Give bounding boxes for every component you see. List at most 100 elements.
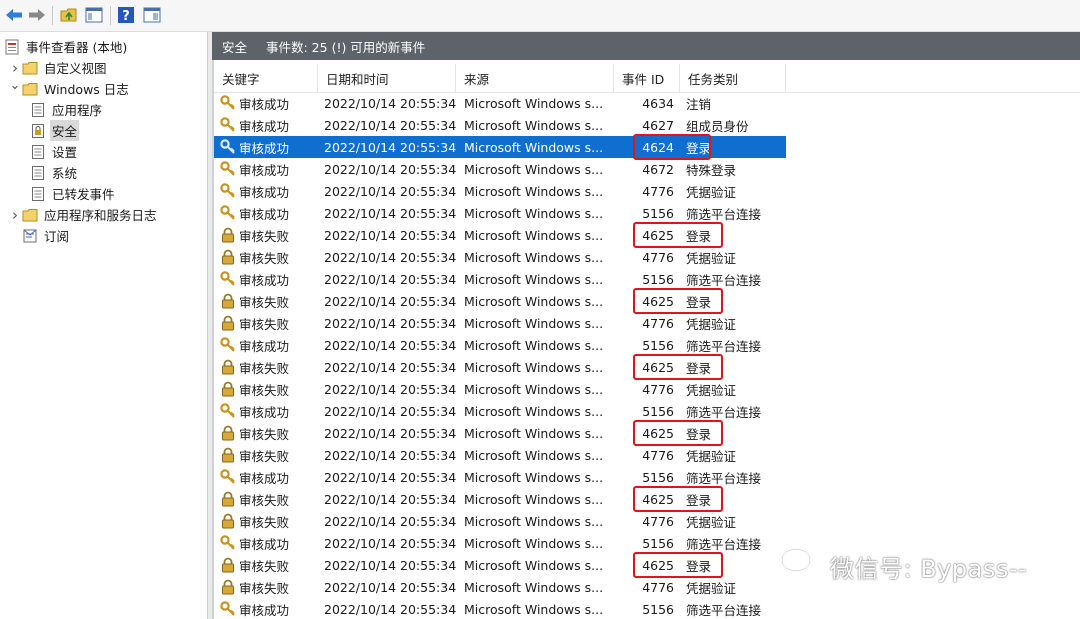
tree-item-custom-views[interactable]: › 自定义视图 bbox=[8, 57, 109, 78]
lock-icon bbox=[220, 557, 236, 573]
cell-keyword: 审核失败 bbox=[220, 422, 316, 444]
cell-event-id: 4776 bbox=[642, 513, 674, 529]
cell-date: 2022/10/14 20:55:34 bbox=[324, 491, 457, 507]
lock-icon bbox=[220, 579, 236, 595]
cell-source: Microsoft Windows s... bbox=[464, 491, 604, 507]
table-row[interactable]: 审核失败 2022/10/14 20:55:34 Microsoft Windows… bbox=[214, 312, 786, 334]
cell-event-id: 5156 bbox=[642, 601, 674, 617]
cell-source: Microsoft Windows s... bbox=[464, 579, 604, 595]
column-date[interactable]: 日期和时间 bbox=[318, 64, 456, 92]
cell-task: 登录 bbox=[686, 426, 712, 442]
table-row[interactable]: 审核失败 2022/10/14 20:55:34 Microsoft Windows… bbox=[214, 576, 786, 598]
table-row[interactable]: 审核失败 2022/10/14 20:55:34 Microsoft Windows… bbox=[214, 510, 786, 532]
table-row[interactable]: 审核成功 2022/10/14 20:55:34 Microsoft Windows… bbox=[214, 598, 786, 619]
lock-icon bbox=[220, 359, 236, 375]
cell-event-id: 4625 bbox=[642, 359, 674, 375]
tree-item-label: 系统 bbox=[52, 166, 78, 181]
cell-event-id: 5156 bbox=[642, 535, 674, 551]
table-row[interactable]: 审核成功 2022/10/14 20:55:34 Microsoft Windows… bbox=[214, 532, 786, 554]
cell-task: 凭据验证 bbox=[686, 184, 737, 200]
cell-source: Microsoft Windows s... bbox=[464, 315, 604, 331]
tree-root-label: 事件查看器 (本地) bbox=[26, 40, 128, 55]
back-arrow-icon[interactable] bbox=[4, 5, 24, 25]
table-row[interactable]: 审核失败 2022/10/14 20:55:34 Microsoft Windows… bbox=[214, 488, 786, 510]
cell-task: 筛选平台连接 bbox=[686, 602, 762, 618]
cell-keyword: 审核成功 bbox=[220, 92, 316, 114]
cell-date: 2022/10/14 20:55:34 bbox=[324, 469, 457, 485]
cell-task: 凭据验证 bbox=[686, 514, 737, 530]
table-row[interactable]: 审核成功 2022/10/14 20:55:34 Microsoft Windows… bbox=[214, 334, 786, 356]
cell-source: Microsoft Windows s... bbox=[464, 139, 604, 155]
table-row[interactable]: 审核失败 2022/10/14 20:55:34 Microsoft Windows… bbox=[214, 444, 786, 466]
column-task-category[interactable]: 任务类别 bbox=[680, 64, 786, 92]
cell-source: Microsoft Windows s... bbox=[464, 95, 604, 111]
cell-date: 2022/10/14 20:55:34 bbox=[324, 95, 457, 111]
chevron-right-icon[interactable]: › bbox=[8, 206, 22, 224]
chevron-right-icon[interactable]: › bbox=[8, 59, 22, 77]
cell-source: Microsoft Windows s... bbox=[464, 557, 604, 573]
table-row[interactable]: 审核失败 2022/10/14 20:55:34 Microsoft Windows… bbox=[214, 356, 786, 378]
cell-task: 凭据验证 bbox=[686, 448, 737, 464]
cell-source: Microsoft Windows s... bbox=[464, 535, 604, 551]
forward-arrow-icon[interactable] bbox=[27, 5, 47, 25]
cell-keyword: 审核失败 bbox=[220, 312, 316, 334]
lock-icon bbox=[220, 315, 236, 331]
cell-source: Microsoft Windows s... bbox=[464, 469, 604, 485]
table-row[interactable]: 审核成功 2022/10/14 20:55:34 Microsoft Windows… bbox=[214, 466, 786, 488]
cell-event-id: 4776 bbox=[642, 315, 674, 331]
table-row[interactable]: 审核失败 2022/10/14 20:55:34 Microsoft Windows… bbox=[214, 290, 786, 312]
lock-icon bbox=[220, 447, 236, 463]
cell-source: Microsoft Windows s... bbox=[464, 447, 604, 463]
chevron-down-icon[interactable]: ⌄ bbox=[8, 78, 22, 93]
tree-item-apps-services-logs[interactable]: › 应用程序和服务日志 bbox=[8, 204, 159, 225]
column-event-id[interactable]: 事件 ID bbox=[614, 64, 680, 92]
key-icon bbox=[220, 183, 236, 199]
table-row[interactable]: 审核失败 2022/10/14 20:55:34 Microsoft Windows… bbox=[214, 224, 786, 246]
action-pane-icon[interactable] bbox=[142, 5, 162, 25]
tree-item-forwarded-events[interactable]: 已转发事件 bbox=[30, 183, 117, 204]
cell-source: Microsoft Windows s... bbox=[464, 425, 604, 441]
table-row[interactable]: 审核失败 2022/10/14 20:55:34 Microsoft Windows… bbox=[214, 378, 786, 400]
cell-event-id: 5156 bbox=[642, 337, 674, 353]
cell-event-id: 5156 bbox=[642, 403, 674, 419]
column-keyword[interactable]: 关键字 bbox=[214, 64, 318, 92]
tree-item-label: 设置 bbox=[52, 145, 78, 160]
show-pane-icon[interactable] bbox=[84, 5, 104, 25]
cell-keyword: 审核失败 bbox=[220, 378, 316, 400]
table-row[interactable]: 审核成功 2022/10/14 20:55:34 Microsoft Windows… bbox=[214, 202, 786, 224]
key-icon bbox=[220, 139, 236, 155]
help-icon[interactable]: ? bbox=[116, 5, 136, 25]
cell-task: 凭据验证 bbox=[686, 316, 737, 332]
table-row[interactable]: 审核失败 2022/10/14 20:55:34 Microsoft Windows… bbox=[214, 422, 786, 444]
key-icon bbox=[220, 161, 236, 177]
log-header: 安全 事件数: 25 (!) 可用的新事件 bbox=[212, 32, 1080, 60]
cell-date: 2022/10/14 20:55:34 bbox=[324, 183, 457, 199]
cell-task: 组成员身份 bbox=[686, 118, 749, 134]
log-icon bbox=[30, 186, 46, 202]
tree-root[interactable]: 事件查看器 (本地) bbox=[4, 36, 129, 57]
cell-source: Microsoft Windows s... bbox=[464, 403, 604, 419]
table-row[interactable]: 审核成功 2022/10/14 20:55:34 Microsoft Windows… bbox=[214, 268, 786, 290]
table-row[interactable]: 审核成功 2022/10/14 20:55:34 Microsoft Windows… bbox=[214, 400, 786, 422]
column-source[interactable]: 来源 bbox=[456, 64, 614, 92]
tree-item-subscriptions[interactable]: 订阅 bbox=[8, 225, 71, 246]
table-row[interactable]: 审核成功 2022/10/14 20:55:34 Microsoft Windows… bbox=[214, 92, 786, 114]
lock-icon bbox=[220, 513, 236, 529]
tree-item-system[interactable]: 系统 bbox=[30, 162, 79, 183]
cell-event-id: 4625 bbox=[642, 227, 674, 243]
table-row[interactable]: 审核成功 2022/10/14 20:55:34 Microsoft Windows… bbox=[214, 180, 786, 202]
table-row[interactable]: 审核成功 2022/10/14 20:55:34 Microsoft Windows… bbox=[214, 114, 786, 136]
tree-item-setup[interactable]: 设置 bbox=[30, 141, 79, 162]
tree-item-security[interactable]: 安全 bbox=[30, 120, 80, 141]
table-row[interactable]: 审核成功 2022/10/14 20:55:34 Microsoft Windows… bbox=[214, 158, 786, 180]
table-row[interactable]: 审核成功 2022/10/14 20:55:34 Microsoft Windows… bbox=[214, 136, 786, 158]
table-row[interactable]: 审核失败 2022/10/14 20:55:34 Microsoft Windows… bbox=[214, 246, 786, 268]
key-icon bbox=[220, 205, 236, 221]
table-row[interactable]: 审核失败 2022/10/14 20:55:34 Microsoft Windows… bbox=[214, 554, 786, 576]
cell-keyword: 审核失败 bbox=[220, 290, 316, 312]
security-log-icon bbox=[30, 123, 46, 139]
up-folder-icon[interactable] bbox=[59, 5, 79, 25]
tree-item-windows-logs[interactable]: ⌄ Windows 日志 bbox=[8, 78, 131, 99]
cell-date: 2022/10/14 20:55:34 bbox=[324, 161, 457, 177]
tree-item-application[interactable]: 应用程序 bbox=[30, 99, 104, 120]
